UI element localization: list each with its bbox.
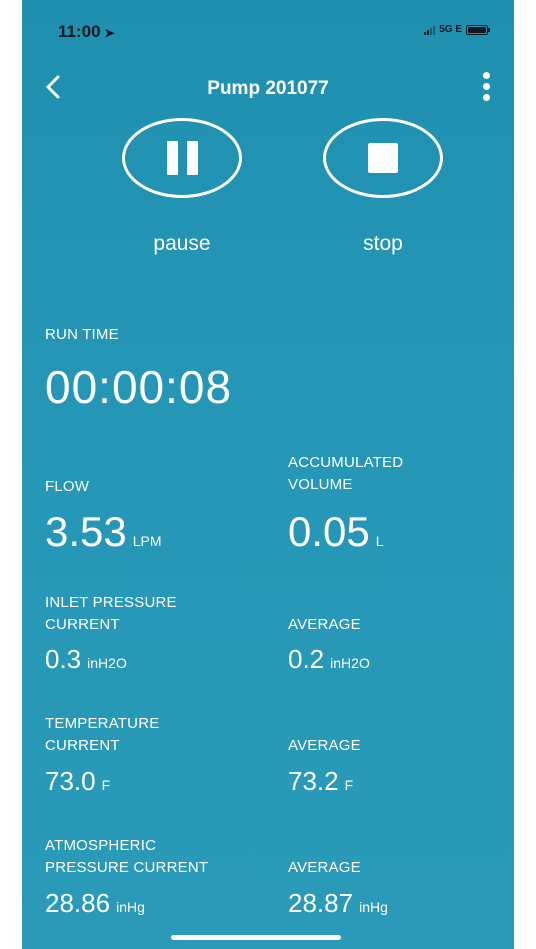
atmospheric-pressure-average-value: 28.87 inHg [288, 888, 388, 919]
inlet-pressure-average-number: 0.2 [288, 644, 325, 674]
stop-button[interactable]: stop [323, 118, 443, 256]
pump-screen: 11:00 ➤ 5G E Pump 201077 pause stop RUN … [22, 0, 514, 949]
inlet-pressure-unit: inH2O [87, 655, 127, 671]
atmospheric-pressure-label-line1: ATMOSPHERIC [45, 837, 157, 854]
stop-ring [323, 118, 443, 198]
atmospheric-pressure-label-line2: PRESSURE CURRENT [45, 859, 209, 876]
atmospheric-pressure-label: ATMOSPHERIC PRESSURE CURRENT [45, 835, 208, 879]
stop-icon [368, 143, 398, 173]
temperature-average-value: 73.2 F [288, 766, 353, 797]
inlet-pressure-number: 0.3 [45, 644, 82, 674]
more-options-button[interactable] [474, 66, 498, 106]
signal-icon [424, 25, 436, 35]
more-dot-icon [482, 71, 490, 79]
temperature-average-label: AVERAGE [288, 737, 361, 754]
inlet-pressure-label-line2: CURRENT [45, 616, 120, 633]
accumulated-volume-unit: L [375, 533, 384, 549]
flow-number: 3.53 [45, 508, 127, 555]
battery-icon [466, 24, 490, 35]
accumulated-volume-value: 0.05 L [288, 508, 384, 556]
temperature-average-number: 73.2 [288, 766, 339, 796]
inlet-pressure-value: 0.3 inH2O [45, 644, 127, 675]
nav-bar: Pump 201077 [22, 60, 514, 112]
temperature-value: 73.0 F [45, 766, 110, 797]
atmospheric-pressure-average-label: AVERAGE [288, 859, 361, 876]
status-indicators: 5G E [424, 24, 490, 35]
accumulated-volume-label-line2: VOLUME [288, 476, 353, 493]
pause-label: pause [153, 232, 211, 255]
temperature-label: TEMPERATURE CURRENT [45, 713, 159, 757]
run-time-label: RUN TIME [45, 326, 119, 343]
flow-value: 3.53 LPM [45, 508, 162, 556]
temperature-label-line1: TEMPERATURE [45, 715, 160, 732]
atmospheric-pressure-average-unit: inHg [359, 899, 388, 915]
inlet-pressure-average-value: 0.2 inH2O [288, 644, 370, 675]
temperature-number: 73.0 [45, 766, 96, 796]
accumulated-volume-label: ACCUMULATED VOLUME [288, 452, 403, 496]
temperature-average-unit: F [344, 777, 354, 793]
network-type: 5G E [439, 24, 462, 35]
flow-unit: LPM [132, 533, 162, 549]
stop-label: stop [363, 232, 403, 255]
accumulated-volume-number: 0.05 [288, 508, 370, 555]
inlet-pressure-average-unit: inH2O [330, 655, 370, 671]
inlet-pressure-average-label: AVERAGE [288, 616, 361, 633]
page-title: Pump 201077 [207, 78, 329, 99]
atmospheric-pressure-unit: inHg [116, 899, 145, 915]
inlet-pressure-label-line1: INLET PRESSURE [45, 594, 177, 611]
inlet-pressure-label: INLET PRESSURE CURRENT [45, 592, 177, 636]
atmospheric-pressure-number: 28.86 [45, 888, 111, 918]
atmospheric-pressure-average-number: 28.87 [288, 888, 354, 918]
accumulated-volume-label-line1: ACCUMULATED [288, 454, 404, 471]
home-indicator[interactable] [171, 935, 341, 940]
status-time: 11:00 ➤ [58, 22, 115, 42]
temperature-unit: F [101, 777, 111, 793]
temperature-label-line2: CURRENT [45, 737, 120, 754]
flow-label: FLOW [45, 478, 90, 495]
location-arrow-icon: ➤ [104, 26, 115, 40]
more-dot-icon [482, 93, 490, 101]
status-bar: 11:00 ➤ 5G E [22, 0, 514, 60]
more-dot-icon [482, 82, 490, 90]
pause-icon [166, 141, 198, 175]
clock-text: 11:00 [58, 22, 101, 41]
run-time-value: 00:00:08 [45, 361, 233, 413]
atmospheric-pressure-value: 28.86 inHg [45, 888, 145, 919]
pause-ring [122, 118, 242, 198]
pause-button[interactable]: pause [122, 118, 242, 256]
